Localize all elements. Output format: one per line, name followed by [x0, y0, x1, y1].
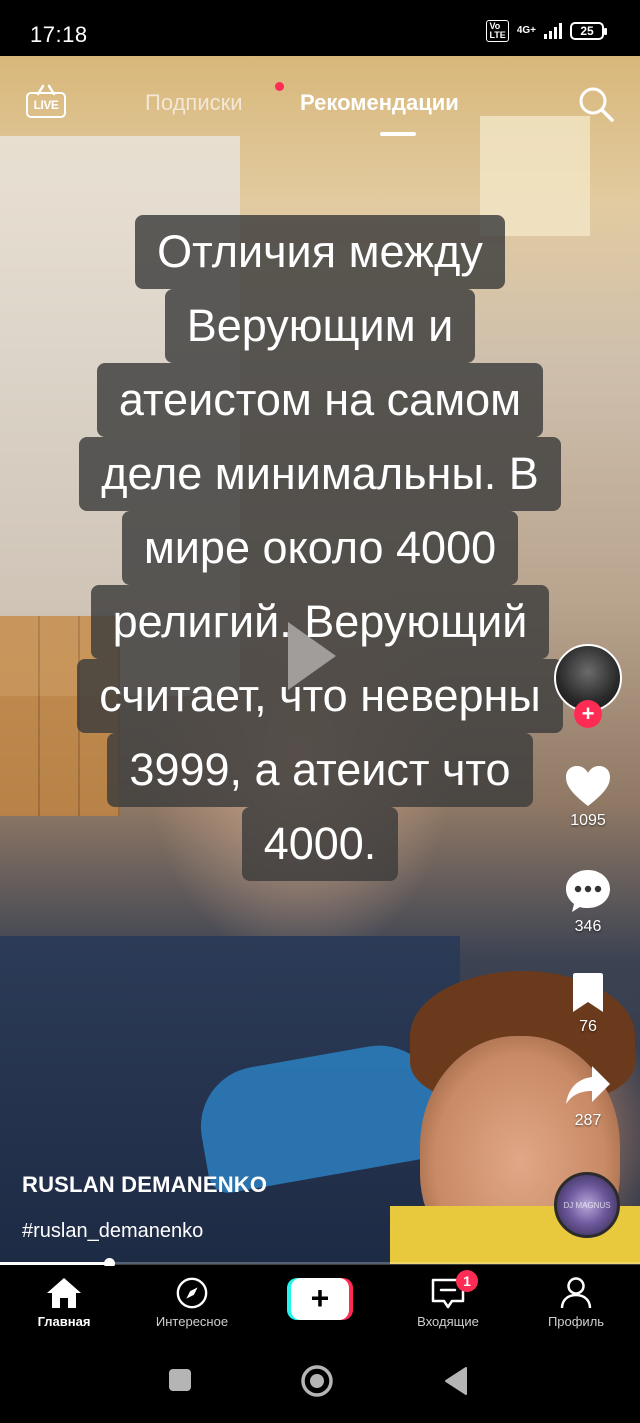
heart-icon: [566, 766, 610, 806]
volte-icon: Vo LTE: [486, 20, 509, 42]
share-count: 287: [574, 1112, 602, 1129]
music-disc-label: DJ MAGNUS: [563, 1201, 611, 1210]
search-icon[interactable]: [576, 84, 616, 124]
profile-icon: [560, 1277, 592, 1309]
video-progress-bar[interactable]: [0, 1258, 640, 1269]
caption-line: мире около 4000: [0, 511, 640, 585]
caption-line: атеистом на самом: [0, 363, 640, 437]
create-plus-icon: +: [291, 1278, 349, 1320]
nav-inbox-label: Входящие: [417, 1314, 479, 1329]
comment-count: 346: [574, 918, 602, 935]
signal-icon: [544, 23, 562, 39]
create-button[interactable]: +: [287, 1278, 353, 1320]
nav-home[interactable]: Главная: [0, 1276, 128, 1329]
share-button[interactable]: 287: [548, 1064, 628, 1130]
nav-home-label: Главная: [37, 1314, 91, 1329]
status-time: 17:18: [30, 22, 88, 47]
recent-apps-icon[interactable]: [168, 1368, 192, 1392]
bottom-nav: Главная Интересное + 1 Входящие Профиль: [0, 1266, 640, 1346]
comment-button[interactable]: 346: [548, 868, 628, 936]
tab-subscriptions[interactable]: Подписки: [145, 90, 243, 116]
home-icon: [47, 1278, 81, 1308]
top-nav: LIVE Подписки Рекомендации: [0, 56, 640, 146]
nav-profile[interactable]: Профиль: [512, 1276, 640, 1329]
bookmark-icon: [573, 973, 603, 1012]
nav-profile-label: Профиль: [547, 1314, 605, 1329]
network-type: 4G+: [516, 25, 536, 36]
video-hashtag[interactable]: #ruslan_demanenko: [22, 1220, 203, 1243]
tab-recommendations[interactable]: Рекомендации: [300, 90, 459, 116]
back-icon[interactable]: [442, 1366, 468, 1396]
video-progress-fill: [0, 1262, 109, 1265]
creator-name[interactable]: RUSLAN DEMANENKO: [22, 1172, 267, 1198]
music-disc[interactable]: DJ MAGNUS: [554, 1172, 620, 1238]
live-icon[interactable]: LIVE: [26, 84, 66, 118]
caption-line: Верующим и: [0, 289, 640, 363]
follow-plus-button[interactable]: +: [574, 700, 602, 728]
status-icons: Vo LTE 4G+ 25: [486, 20, 607, 42]
share-icon: [566, 1066, 610, 1104]
subscriptions-notification-dot: [275, 82, 284, 91]
save-count: 76: [579, 1018, 597, 1035]
system-nav-bar: [0, 1346, 640, 1423]
save-button[interactable]: 76: [548, 972, 628, 1036]
caption-line: 4000.: [0, 807, 640, 881]
battery-icon: 25: [570, 22, 607, 40]
nav-discover-label: Интересное: [155, 1314, 229, 1329]
live-label: LIVE: [26, 92, 66, 118]
compass-icon: [176, 1277, 208, 1309]
nav-discover[interactable]: Интересное: [128, 1276, 256, 1329]
caption-line: Отличия между: [0, 215, 640, 289]
nav-inbox[interactable]: 1 Входящие: [384, 1270, 512, 1329]
comment-icon: [566, 870, 610, 912]
play-icon[interactable]: [280, 616, 340, 696]
inbox-badge: 1: [456, 1270, 478, 1292]
caption-line: деле минимальны. В: [0, 437, 640, 511]
status-bar: 17:18 Vo LTE 4G+ 25: [0, 0, 640, 56]
like-count: 1095: [570, 812, 606, 829]
caption-line: 3999, а атеист что: [0, 733, 640, 807]
home-button-icon[interactable]: [300, 1364, 334, 1398]
video-caption: Отличия между Верующим и атеистом на сам…: [0, 215, 640, 881]
active-tab-indicator: [380, 132, 416, 136]
like-button[interactable]: 1095: [548, 764, 628, 830]
